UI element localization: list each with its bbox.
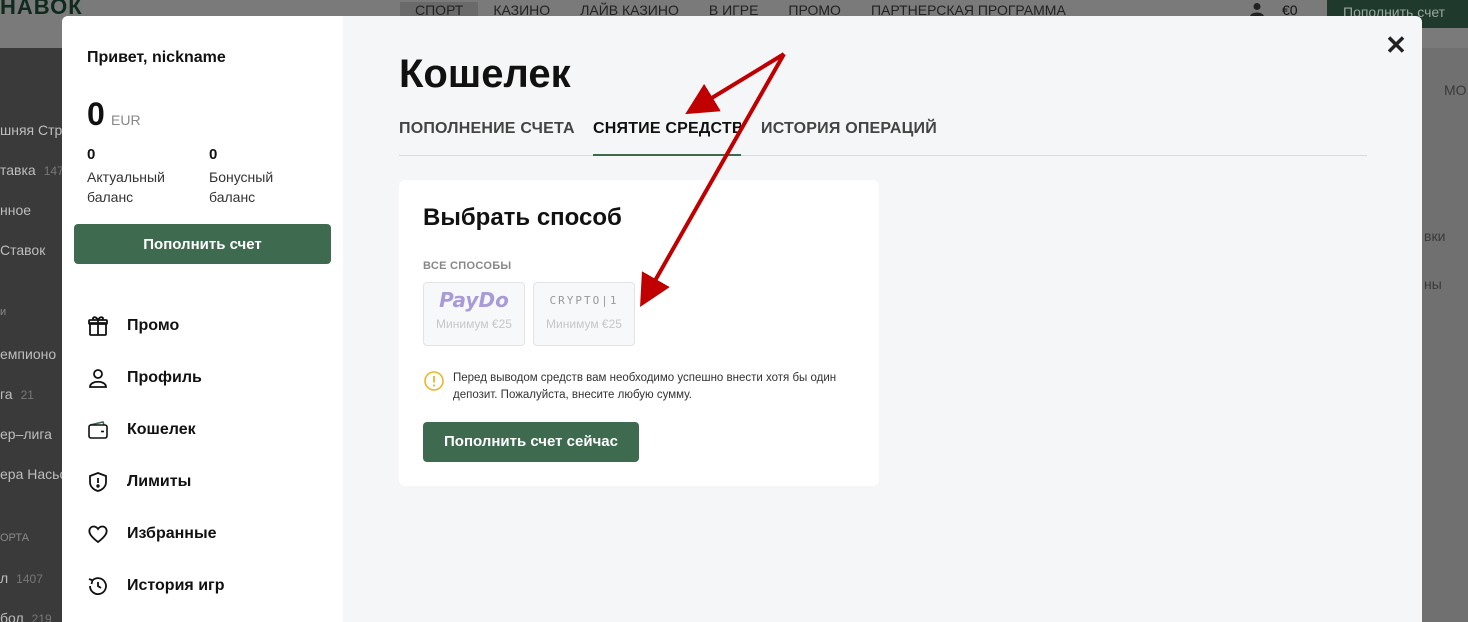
bg-right-item: МО [1444, 82, 1467, 98]
paydo-logo: PayDo [439, 288, 509, 312]
method-crypto[interactable]: CRYPTO|1 Минимум €25 [533, 282, 635, 346]
warning-text: Перед выводом средств вам необходимо усп… [453, 372, 837, 401]
menu-item-label: История игр [127, 577, 225, 594]
card-title: Выбрать способ [423, 204, 622, 231]
method-min: Минимум €25 [546, 317, 622, 331]
bg-left-item: бол 219 [0, 610, 52, 622]
actual-balance-value: 0 [87, 146, 96, 163]
method-card: Выбрать способ ВСЕ СПОСОБЫ PayDo Минимум… [399, 180, 879, 486]
method-paydo[interactable]: PayDo Минимум €25 [423, 282, 525, 346]
user-icon [89, 369, 107, 388]
bg-left-item: ОРТА [0, 532, 30, 544]
menu-item-label: Промо [127, 317, 180, 334]
bg-left-item: нное [0, 202, 32, 218]
history-icon [88, 577, 107, 595]
bg-left-item: л 1407 [0, 570, 43, 586]
menu-item-promo[interactable]: Промо [86, 312, 179, 340]
bg-left-item: шняя Стра [0, 122, 71, 138]
balance-currency: EUR [111, 112, 141, 128]
menu-item-label: Лимиты [127, 473, 192, 490]
tab-history[interactable]: ИСТОРИЯ ОПЕРАЦИЙ [761, 118, 937, 156]
wallet-tabs: ПОПОЛНЕНИЕ СЧЕТА СНЯТИЕ СРЕДСТВ ИСТОРИЯ … [399, 118, 1367, 156]
menu-item-limits[interactable]: Лимиты [86, 468, 191, 496]
actual-balance-label: Актуальный баланс [87, 169, 165, 205]
actual-balance: 0 Актуальный баланс [87, 146, 177, 207]
deposit-now-button[interactable]: Пополнить счет сейчас [423, 422, 639, 462]
bg-left-item: Ставок [0, 242, 46, 258]
bg-left-item: и [0, 306, 7, 318]
background-right-panel [1422, 48, 1468, 622]
bg-left-item: ер–лига [0, 426, 52, 442]
page-title: Кошелек [399, 52, 571, 96]
bg-left-item: ера Насьо [0, 466, 68, 482]
bg-right-item: вки [1424, 228, 1446, 244]
account-sidebar: Привет, nickname 0 EUR 0 Актуальный бала… [62, 16, 343, 622]
bg-left-item: емпионо [0, 346, 57, 362]
menu-item-profile[interactable]: Профиль [86, 364, 202, 392]
bg-left-item: га 21 [0, 386, 34, 402]
greeting: Привет, nickname [87, 49, 226, 66]
bonus-balance-value: 0 [209, 146, 218, 163]
bg-right-item: ны [1424, 276, 1442, 292]
menu-item-favorites[interactable]: Избранные [86, 520, 217, 548]
tab-deposit[interactable]: ПОПОЛНЕНИЕ СЧЕТА [399, 118, 575, 156]
tab-withdraw[interactable]: СНЯТИЕ СРЕДСТВ [593, 118, 741, 156]
bg-left-item: тавка 147 [0, 162, 64, 178]
deposit-warning: Перед выводом средств вам необходимо усп… [423, 370, 853, 404]
menu-item-label: Кошелек [127, 421, 196, 438]
menu-item-wallet[interactable]: Кошелек [86, 416, 196, 444]
bonus-balance: 0 Бонусный баланс [209, 146, 299, 207]
topup-button[interactable]: Пополнить счет [74, 224, 331, 264]
menu-item-label: Профиль [127, 369, 202, 386]
bonus-balance-label: Бонусный баланс [209, 169, 274, 205]
crypto-logo: CRYPTO|1 [549, 293, 619, 307]
menu-item-game-history[interactable]: История игр [86, 572, 224, 600]
close-icon[interactable]: ✕ [1384, 32, 1408, 58]
gift-icon [88, 316, 108, 336]
menu-item-label: Избранные [127, 525, 217, 542]
total-balance: 0 [87, 96, 105, 132]
wallet-modal: Привет, nickname 0 EUR 0 Актуальный бала… [62, 16, 1422, 622]
all-methods-label: ВСЕ СПОСОБЫ [423, 260, 512, 272]
shield-icon [89, 472, 107, 492]
wallet-icon [88, 421, 108, 439]
heart-icon [88, 525, 108, 544]
method-min: Минимум €25 [436, 317, 512, 331]
warning-icon [424, 371, 444, 391]
